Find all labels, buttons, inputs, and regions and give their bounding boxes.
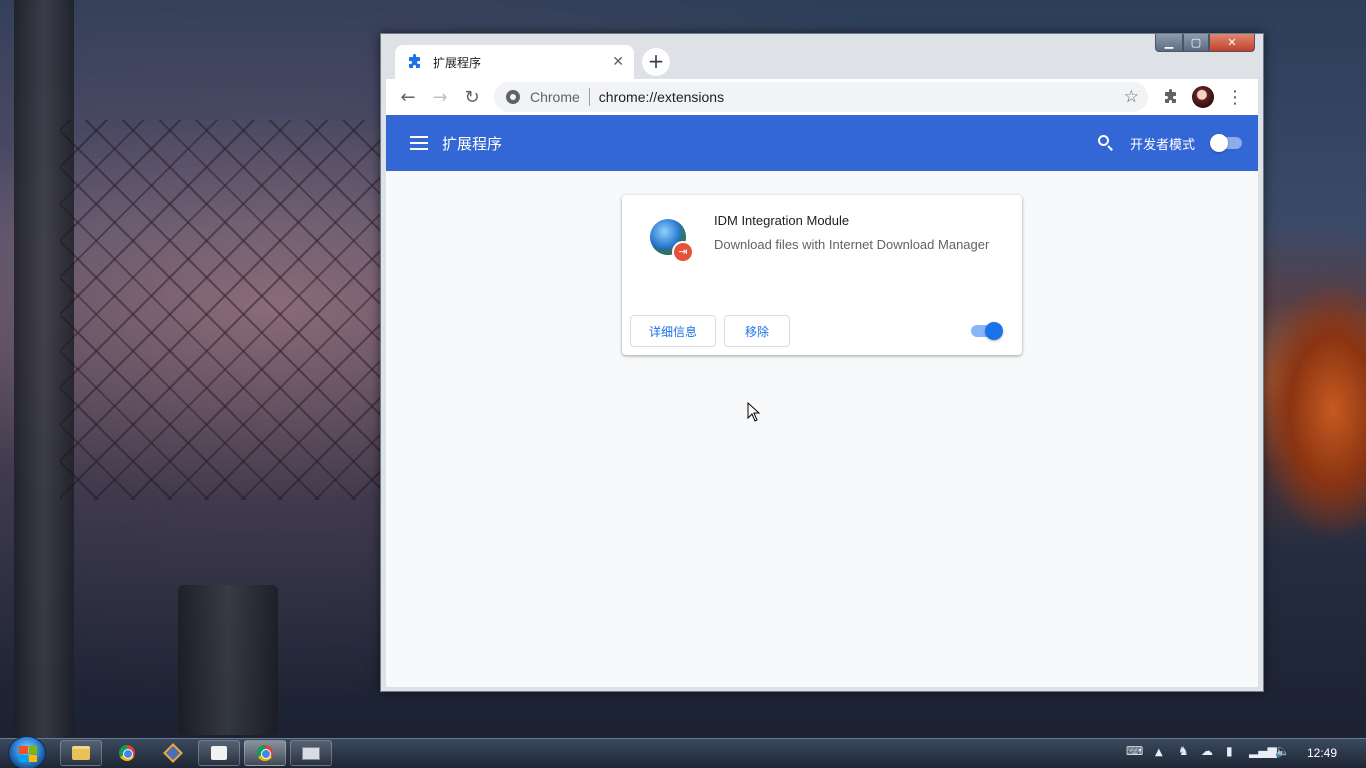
omnibox-separator: [588, 88, 590, 106]
bookmark-star-icon[interactable]: ☆: [1124, 87, 1139, 107]
show-hidden-icons-icon[interactable]: ▲: [1155, 747, 1163, 758]
chrome-window: ▁ ▢ ✕ 扩展程序 ✕ + ← → ↻ Chrome chrome://ext…: [380, 33, 1264, 692]
details-button[interactable]: 详细信息: [630, 315, 716, 347]
tab-extensions[interactable]: 扩展程序 ✕: [395, 45, 634, 79]
folder-icon: [72, 746, 90, 760]
idm-badge-icon: ⇥: [672, 241, 694, 263]
forward-button[interactable]: →: [424, 81, 456, 113]
taskbar-chrome[interactable]: [106, 740, 148, 766]
cloud-icon[interactable]: ☁: [1201, 744, 1213, 758]
developer-mode-toggle[interactable]: [1210, 134, 1242, 152]
keyboard-icon[interactable]: ⌨: [1126, 744, 1143, 758]
taskbar-app[interactable]: [152, 740, 194, 766]
taskbar-text-editor[interactable]: [198, 740, 240, 766]
wallpaper-barrel: [178, 585, 278, 735]
maximize-button[interactable]: ▢: [1183, 34, 1209, 52]
page-header: 扩展程序 开发者模式: [386, 115, 1258, 171]
taskbar-remote-desktop[interactable]: [290, 740, 332, 766]
search-icon[interactable]: [1096, 133, 1116, 153]
tab-title: 扩展程序: [433, 55, 482, 70]
windows-logo-icon: [19, 746, 37, 762]
idm-extension-icon: ⇥: [646, 215, 694, 263]
extension-description: Download files with Internet Download Ma…: [714, 237, 990, 252]
minimize-button[interactable]: ▁: [1155, 34, 1183, 52]
tray-app-icon[interactable]: ♞: [1178, 744, 1189, 758]
volume-muted-icon[interactable]: 🔈: [1275, 744, 1290, 758]
puzzle-icon: [407, 54, 423, 70]
menu-kebab-icon[interactable]: ⋮: [1221, 83, 1249, 111]
close-window-button[interactable]: ✕: [1209, 34, 1255, 52]
chrome-icon: [257, 745, 273, 761]
document-icon: [211, 746, 227, 760]
extension-enable-toggle[interactable]: [971, 322, 1003, 340]
chrome-site-icon: [506, 90, 520, 104]
developer-mode-label: 开发者模式: [1130, 138, 1196, 153]
tab-close-icon[interactable]: ✕: [612, 54, 624, 70]
window-controls: ▁ ▢ ✕: [1155, 34, 1255, 52]
omnibox-chip: Chrome: [530, 89, 580, 105]
taskbar-clock[interactable]: 12:49: [1307, 746, 1337, 760]
page-title: 扩展程序: [442, 134, 503, 153]
remove-button[interactable]: 移除: [724, 315, 790, 347]
battery-icon[interactable]: ▮: [1226, 744, 1233, 758]
back-button[interactable]: ←: [392, 81, 424, 113]
mouse-cursor-icon: [747, 401, 761, 426]
taskbar-file-explorer[interactable]: [60, 740, 102, 766]
taskbar-chrome-active[interactable]: [244, 740, 286, 766]
network-signal-icon[interactable]: ▂▄▆: [1249, 744, 1277, 758]
profile-avatar[interactable]: [1189, 83, 1217, 111]
toolbar: ← → ↻ Chrome chrome://extensions ☆ ⋮: [386, 79, 1258, 115]
app-icon: [163, 743, 183, 763]
new-tab-button[interactable]: +: [642, 48, 670, 76]
monitor-icon: [302, 746, 320, 760]
avatar: [1192, 86, 1214, 108]
extensions-page: 扩展程序 开发者模式 ⇥ IDM Integration Module Down…: [386, 115, 1258, 687]
start-button[interactable]: [8, 736, 46, 768]
wallpaper-leaves: [1256, 280, 1366, 540]
hamburger-menu-icon[interactable]: [410, 136, 428, 150]
omnibox[interactable]: Chrome chrome://extensions ☆: [494, 82, 1148, 112]
url-text: chrome://extensions: [598, 89, 725, 105]
reload-button[interactable]: ↻: [456, 81, 488, 113]
extension-card: ⇥ IDM Integration Module Download files …: [622, 195, 1022, 355]
chrome-icon: [119, 745, 135, 761]
wallpaper-fence: [60, 120, 390, 500]
extension-name: IDM Integration Module: [714, 213, 850, 228]
extensions-puzzle-icon[interactable]: [1157, 83, 1185, 111]
